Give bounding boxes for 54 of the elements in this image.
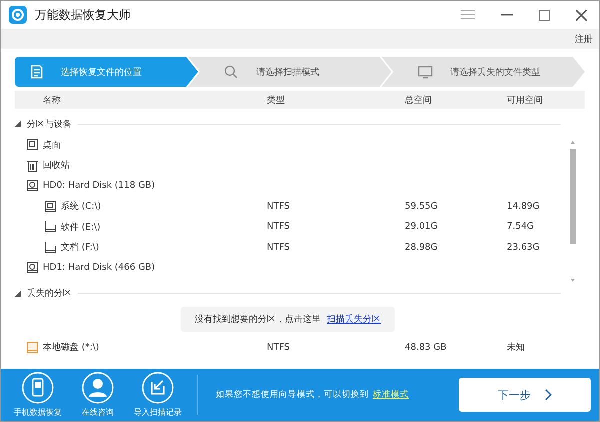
column-header: 名称 (43, 94, 62, 106)
free-space-cell-text: 未知 (507, 342, 526, 354)
register-link[interactable]: 注册 (575, 32, 593, 46)
app-logo-icon (9, 6, 27, 24)
type-cell-text: NTFS (267, 242, 291, 253)
device-name[interactable]: HD0: Hard Disk (118 GB) (43, 181, 156, 192)
drive-icon (45, 200, 56, 213)
column-header: 总空间 (405, 94, 433, 106)
free-space-cell-text: 14.89G (507, 202, 541, 212)
chevron-right-icon (545, 389, 552, 401)
drive-icon (45, 221, 56, 234)
section-title: 丢失的分区 (27, 288, 72, 300)
trash-icon (27, 160, 38, 172)
monitor-icon (418, 66, 433, 78)
device-name[interactable]: 桌面 (43, 138, 61, 152)
close-icon[interactable] (576, 10, 587, 20)
section-title: 分区与设备 (27, 118, 72, 130)
total-space-cell-text: 59.55G (405, 202, 439, 212)
device-name[interactable]: 软件 (E:\) (61, 220, 101, 234)
expand-triangle-icon[interactable] (15, 121, 21, 127)
scan-lost-partition-link[interactable]: 扫描丢失分区 (327, 312, 381, 326)
total-space-cell-text: 28.98G (405, 242, 439, 253)
notice-text: 没有找到想要的分区，点击这里 (195, 314, 321, 326)
drive-icon (45, 242, 56, 254)
type-cell-text: NTFS (267, 202, 291, 212)
column-header: 可用空间 (507, 94, 544, 106)
type-cell-text: NTFS (267, 222, 291, 232)
document-icon (31, 65, 43, 79)
expand-triangle-icon[interactable] (15, 290, 21, 296)
person-icon (82, 372, 114, 404)
device-name[interactable]: 系统 (C:\) (61, 200, 102, 214)
desktop-icon (27, 139, 38, 152)
drive-icon (27, 342, 38, 354)
total-space-cell-text: 48.83 GB (405, 342, 448, 353)
free-space-cell-text: 23.63G (507, 242, 541, 253)
column-header: 类型 (267, 94, 286, 106)
import-icon (142, 372, 174, 404)
hint-text: 如果您不想使用向导模式，可以切换到 (216, 389, 369, 401)
search-icon (224, 65, 238, 79)
phone-icon (22, 372, 54, 404)
window-title: 万能数据恢复大师 (35, 6, 132, 24)
menu-icon[interactable] (461, 10, 475, 20)
device-name[interactable]: 本地磁盘 (*:\) (43, 341, 100, 354)
total-space-cell-text: 29.01G (405, 222, 439, 232)
step-tab[interactable]: 请选择丢失的文件类型 (382, 57, 585, 87)
next-button[interactable]: 下一步 (459, 378, 591, 412)
free-space-cell-text: 7.54G (507, 222, 536, 232)
device-name[interactable]: HD1: Hard Disk (466 GB) (43, 263, 156, 274)
minimize-icon[interactable] (501, 14, 513, 16)
maximize-icon[interactable] (539, 10, 550, 20)
device-name[interactable]: 回收站 (43, 159, 70, 172)
device-name[interactable]: 文档 (F:\) (61, 241, 100, 254)
type-cell-text: NTFS (267, 342, 291, 353)
step-tab[interactable]: 请选择扫描模式 (188, 57, 392, 87)
